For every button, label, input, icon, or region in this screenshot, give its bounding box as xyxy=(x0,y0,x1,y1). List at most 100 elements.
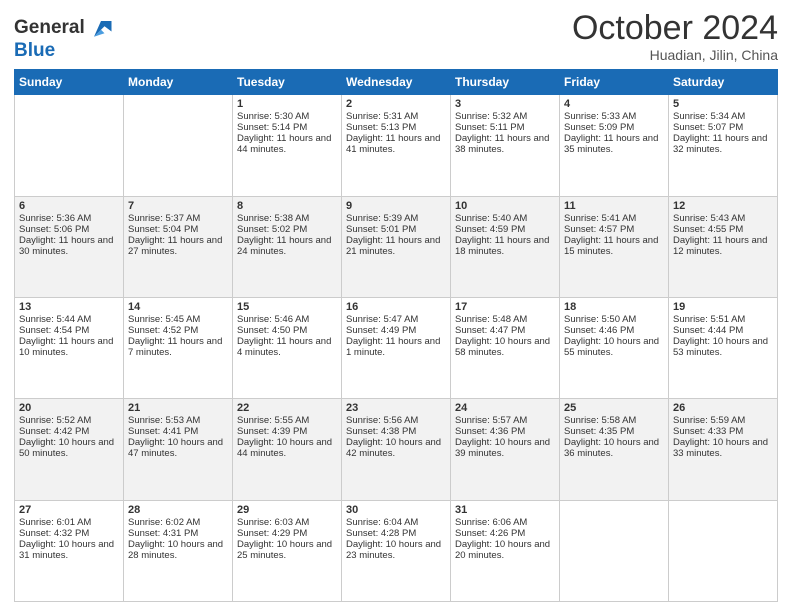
day-number: 13 xyxy=(19,301,119,313)
cell-text: Sunrise: 5:37 AM xyxy=(128,213,228,224)
cell-text: Sunset: 5:06 PM xyxy=(19,224,119,235)
calendar-week-row: 13Sunrise: 5:44 AMSunset: 4:54 PMDayligh… xyxy=(15,298,778,399)
cell-text: Sunset: 5:14 PM xyxy=(237,122,337,133)
calendar-cell: 3Sunrise: 5:32 AMSunset: 5:11 PMDaylight… xyxy=(451,95,560,196)
cell-text: Sunset: 4:31 PM xyxy=(128,528,228,539)
day-number: 30 xyxy=(346,504,446,516)
cell-text: Sunrise: 5:38 AM xyxy=(237,213,337,224)
cell-text: Sunrise: 5:32 AM xyxy=(455,111,555,122)
cell-text: Daylight: 11 hours and 1 minute. xyxy=(346,336,446,358)
cell-text: Daylight: 11 hours and 24 minutes. xyxy=(237,235,337,257)
cell-text: Sunrise: 5:30 AM xyxy=(237,111,337,122)
cell-text: Sunset: 5:04 PM xyxy=(128,224,228,235)
cell-text: Daylight: 11 hours and 41 minutes. xyxy=(346,133,446,155)
day-number: 8 xyxy=(237,200,337,212)
cell-text: Sunrise: 5:51 AM xyxy=(673,314,773,325)
cell-text: Sunset: 4:33 PM xyxy=(673,426,773,437)
cell-text: Sunset: 4:35 PM xyxy=(564,426,664,437)
day-number: 2 xyxy=(346,98,446,110)
calendar-cell xyxy=(669,500,778,601)
day-number: 10 xyxy=(455,200,555,212)
cell-text: Sunset: 5:07 PM xyxy=(673,122,773,133)
cell-text: Daylight: 10 hours and 36 minutes. xyxy=(564,437,664,459)
calendar-cell: 15Sunrise: 5:46 AMSunset: 4:50 PMDayligh… xyxy=(233,298,342,399)
day-number: 11 xyxy=(564,200,664,212)
cell-text: Daylight: 11 hours and 38 minutes. xyxy=(455,133,555,155)
cell-text: Daylight: 10 hours and 25 minutes. xyxy=(237,539,337,561)
calendar-cell xyxy=(124,95,233,196)
day-number: 21 xyxy=(128,402,228,414)
cell-text: Sunset: 4:49 PM xyxy=(346,325,446,336)
day-number: 23 xyxy=(346,402,446,414)
calendar-cell: 5Sunrise: 5:34 AMSunset: 5:07 PMDaylight… xyxy=(669,95,778,196)
calendar-cell: 28Sunrise: 6:02 AMSunset: 4:31 PMDayligh… xyxy=(124,500,233,601)
day-number: 4 xyxy=(564,98,664,110)
calendar-cell: 29Sunrise: 6:03 AMSunset: 4:29 PMDayligh… xyxy=(233,500,342,601)
calendar-cell: 18Sunrise: 5:50 AMSunset: 4:46 PMDayligh… xyxy=(560,298,669,399)
cell-text: Daylight: 10 hours and 50 minutes. xyxy=(19,437,119,459)
cell-text: Sunrise: 5:43 AM xyxy=(673,213,773,224)
cell-text: Sunrise: 5:39 AM xyxy=(346,213,446,224)
cell-text: Sunset: 4:44 PM xyxy=(673,325,773,336)
cell-text: Sunset: 4:50 PM xyxy=(237,325,337,336)
cell-text: Sunrise: 5:58 AM xyxy=(564,415,664,426)
logo-icon xyxy=(87,14,115,42)
cell-text: Sunrise: 5:44 AM xyxy=(19,314,119,325)
cell-text: Sunrise: 5:31 AM xyxy=(346,111,446,122)
calendar-cell: 30Sunrise: 6:04 AMSunset: 4:28 PMDayligh… xyxy=(342,500,451,601)
cell-text: Sunset: 4:36 PM xyxy=(455,426,555,437)
day-number: 25 xyxy=(564,402,664,414)
cell-text: Daylight: 11 hours and 7 minutes. xyxy=(128,336,228,358)
cell-text: Sunset: 4:32 PM xyxy=(19,528,119,539)
day-number: 19 xyxy=(673,301,773,313)
cell-text: Sunrise: 5:33 AM xyxy=(564,111,664,122)
day-number: 9 xyxy=(346,200,446,212)
cell-text: Sunrise: 6:02 AM xyxy=(128,517,228,528)
calendar-cell: 27Sunrise: 6:01 AMSunset: 4:32 PMDayligh… xyxy=(15,500,124,601)
day-number: 3 xyxy=(455,98,555,110)
day-number: 27 xyxy=(19,504,119,516)
cell-text: Daylight: 11 hours and 12 minutes. xyxy=(673,235,773,257)
calendar-cell: 25Sunrise: 5:58 AMSunset: 4:35 PMDayligh… xyxy=(560,399,669,500)
cell-text: Daylight: 11 hours and 18 minutes. xyxy=(455,235,555,257)
cell-text: Daylight: 11 hours and 10 minutes. xyxy=(19,336,119,358)
cell-text: Sunset: 4:46 PM xyxy=(564,325,664,336)
calendar-cell: 14Sunrise: 5:45 AMSunset: 4:52 PMDayligh… xyxy=(124,298,233,399)
day-header-monday: Monday xyxy=(124,70,233,95)
cell-text: Sunset: 4:52 PM xyxy=(128,325,228,336)
calendar-cell: 8Sunrise: 5:38 AMSunset: 5:02 PMDaylight… xyxy=(233,196,342,297)
day-number: 26 xyxy=(673,402,773,414)
logo: General Blue xyxy=(14,14,115,62)
cell-text: Daylight: 10 hours and 58 minutes. xyxy=(455,336,555,358)
day-header-saturday: Saturday xyxy=(669,70,778,95)
cell-text: Sunset: 4:38 PM xyxy=(346,426,446,437)
cell-text: Sunrise: 5:59 AM xyxy=(673,415,773,426)
calendar-cell: 11Sunrise: 5:41 AMSunset: 4:57 PMDayligh… xyxy=(560,196,669,297)
calendar-cell: 12Sunrise: 5:43 AMSunset: 4:55 PMDayligh… xyxy=(669,196,778,297)
cell-text: Sunset: 4:54 PM xyxy=(19,325,119,336)
cell-text: Daylight: 11 hours and 30 minutes. xyxy=(19,235,119,257)
cell-text: Daylight: 10 hours and 42 minutes. xyxy=(346,437,446,459)
calendar-cell: 31Sunrise: 6:06 AMSunset: 4:26 PMDayligh… xyxy=(451,500,560,601)
calendar-cell: 20Sunrise: 5:52 AMSunset: 4:42 PMDayligh… xyxy=(15,399,124,500)
cell-text: Sunrise: 6:03 AM xyxy=(237,517,337,528)
calendar-body: 1Sunrise: 5:30 AMSunset: 5:14 PMDaylight… xyxy=(15,95,778,602)
cell-text: Daylight: 10 hours and 53 minutes. xyxy=(673,336,773,358)
cell-text: Daylight: 11 hours and 21 minutes. xyxy=(346,235,446,257)
cell-text: Sunrise: 5:56 AM xyxy=(346,415,446,426)
cell-text: Sunset: 4:26 PM xyxy=(455,528,555,539)
cell-text: Sunrise: 5:48 AM xyxy=(455,314,555,325)
day-number: 28 xyxy=(128,504,228,516)
calendar-cell: 9Sunrise: 5:39 AMSunset: 5:01 PMDaylight… xyxy=(342,196,451,297)
cell-text: Sunset: 5:09 PM xyxy=(564,122,664,133)
calendar-cell: 6Sunrise: 5:36 AMSunset: 5:06 PMDaylight… xyxy=(15,196,124,297)
calendar-cell: 1Sunrise: 5:30 AMSunset: 5:14 PMDaylight… xyxy=(233,95,342,196)
cell-text: Sunrise: 5:34 AM xyxy=(673,111,773,122)
cell-text: Daylight: 10 hours and 31 minutes. xyxy=(19,539,119,561)
cell-text: Daylight: 11 hours and 15 minutes. xyxy=(564,235,664,257)
calendar-cell: 16Sunrise: 5:47 AMSunset: 4:49 PMDayligh… xyxy=(342,298,451,399)
cell-text: Sunrise: 5:52 AM xyxy=(19,415,119,426)
cell-text: Daylight: 10 hours and 47 minutes. xyxy=(128,437,228,459)
logo-blue: Blue xyxy=(14,40,115,62)
day-number: 7 xyxy=(128,200,228,212)
